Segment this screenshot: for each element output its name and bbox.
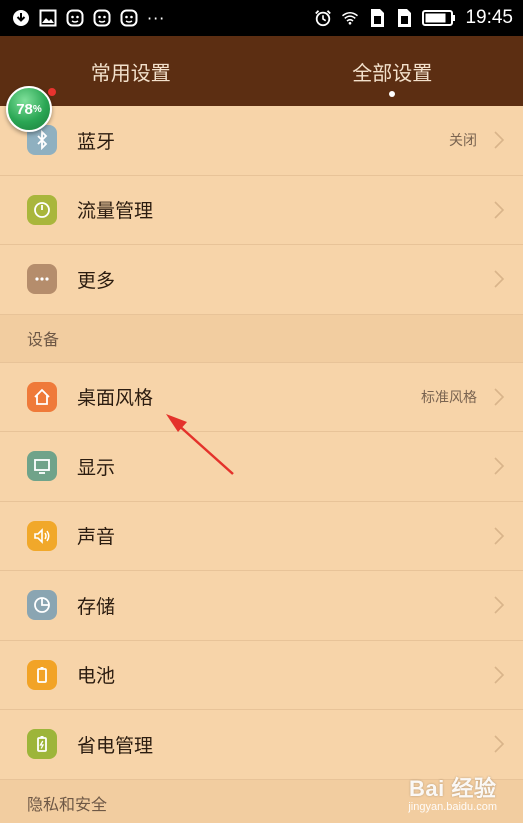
- chevron-right-icon: [494, 131, 505, 149]
- download-icon: [12, 9, 30, 27]
- chevron-right-icon: [494, 735, 505, 753]
- badge-unit: %: [32, 103, 42, 115]
- settings-item-bluetooth[interactable]: 蓝牙 关闭: [0, 106, 523, 176]
- settings-item-power-saving[interactable]: 省电管理: [0, 710, 523, 780]
- more-icon: [27, 264, 57, 295]
- chevron-right-icon: [494, 666, 505, 684]
- settings-item-value: 标准风格: [421, 389, 477, 406]
- image-icon: [39, 9, 57, 27]
- status-bar-left: ···: [12, 9, 165, 28]
- more-notifications: ···: [147, 8, 166, 28]
- sim2-icon: [395, 9, 413, 27]
- settings-item-storage[interactable]: 存储: [0, 571, 523, 641]
- status-bar-right: 19:45: [314, 7, 513, 29]
- battery-icon: [422, 9, 456, 27]
- chevron-right-icon: [494, 596, 505, 614]
- power-saving-icon: [27, 729, 57, 760]
- watermark-logo: Bai 经验: [408, 776, 497, 801]
- chevron-right-icon: [494, 270, 505, 288]
- settings-item-label: 存储: [77, 595, 116, 618]
- clock: 19:45: [465, 7, 513, 28]
- chevron-right-icon: [494, 388, 505, 406]
- display-icon: [27, 451, 57, 482]
- app-icon: [120, 9, 138, 27]
- settings-item-value: 关闭: [449, 133, 477, 150]
- settings-item-label: 流量管理: [77, 200, 154, 223]
- settings-item-label: 蓝牙: [77, 130, 116, 153]
- settings-item-data-usage[interactable]: 流量管理: [0, 176, 523, 245]
- battery-icon: [27, 659, 57, 690]
- settings-item-label: 桌面风格: [77, 387, 154, 410]
- floating-memory-badge[interactable]: 78%: [6, 86, 52, 132]
- badge-value: 78: [16, 100, 33, 118]
- tab-label: 全部设置: [352, 60, 433, 85]
- wifi-icon: [341, 9, 359, 27]
- storage-icon: [27, 590, 57, 621]
- active-tab-indicator: [389, 91, 396, 97]
- settings-item-battery[interactable]: 电池: [0, 641, 523, 710]
- settings-item-label: 显示: [77, 456, 116, 479]
- settings-tab-bar: 常用设置 全部设置: [0, 36, 523, 106]
- settings-item-launcher-style[interactable]: 桌面风格 标准风格: [0, 363, 523, 432]
- settings-item-display[interactable]: 显示: [0, 432, 523, 502]
- speaker-icon: [27, 520, 57, 551]
- tab-all-settings[interactable]: 全部设置: [262, 36, 523, 106]
- chevron-right-icon: [494, 457, 505, 475]
- settings-item-more[interactable]: 更多: [0, 245, 523, 315]
- sim1-icon: [368, 9, 386, 27]
- settings-item-label: 声音: [77, 526, 116, 549]
- baidu-jingyan-watermark: Bai 经验 jingyan.baidu.com: [408, 771, 497, 813]
- alarm-icon: [314, 9, 332, 27]
- section-header-device: 设备: [0, 314, 523, 363]
- settings-item-sound[interactable]: 声音: [0, 502, 523, 571]
- settings-item-label: 更多: [77, 269, 116, 292]
- settings-list: 蓝牙 关闭 流量管理 更多 设备 桌面风格 标准风格 显示 声音 存储 电池 省…: [0, 106, 523, 823]
- tab-label: 常用设置: [90, 60, 171, 85]
- chevron-right-icon: [494, 201, 505, 219]
- settings-item-label: 省电管理: [77, 734, 154, 757]
- status-bar: ··· 19:45: [0, 0, 523, 36]
- app-icon: [93, 9, 111, 27]
- home-icon: [27, 381, 57, 412]
- watermark-url: jingyan.baidu.com: [408, 801, 497, 813]
- app-icon: [66, 9, 84, 27]
- settings-item-label: 电池: [77, 665, 116, 688]
- notification-dot: [48, 88, 56, 96]
- data-usage-icon: [27, 194, 57, 225]
- chevron-right-icon: [494, 527, 505, 545]
